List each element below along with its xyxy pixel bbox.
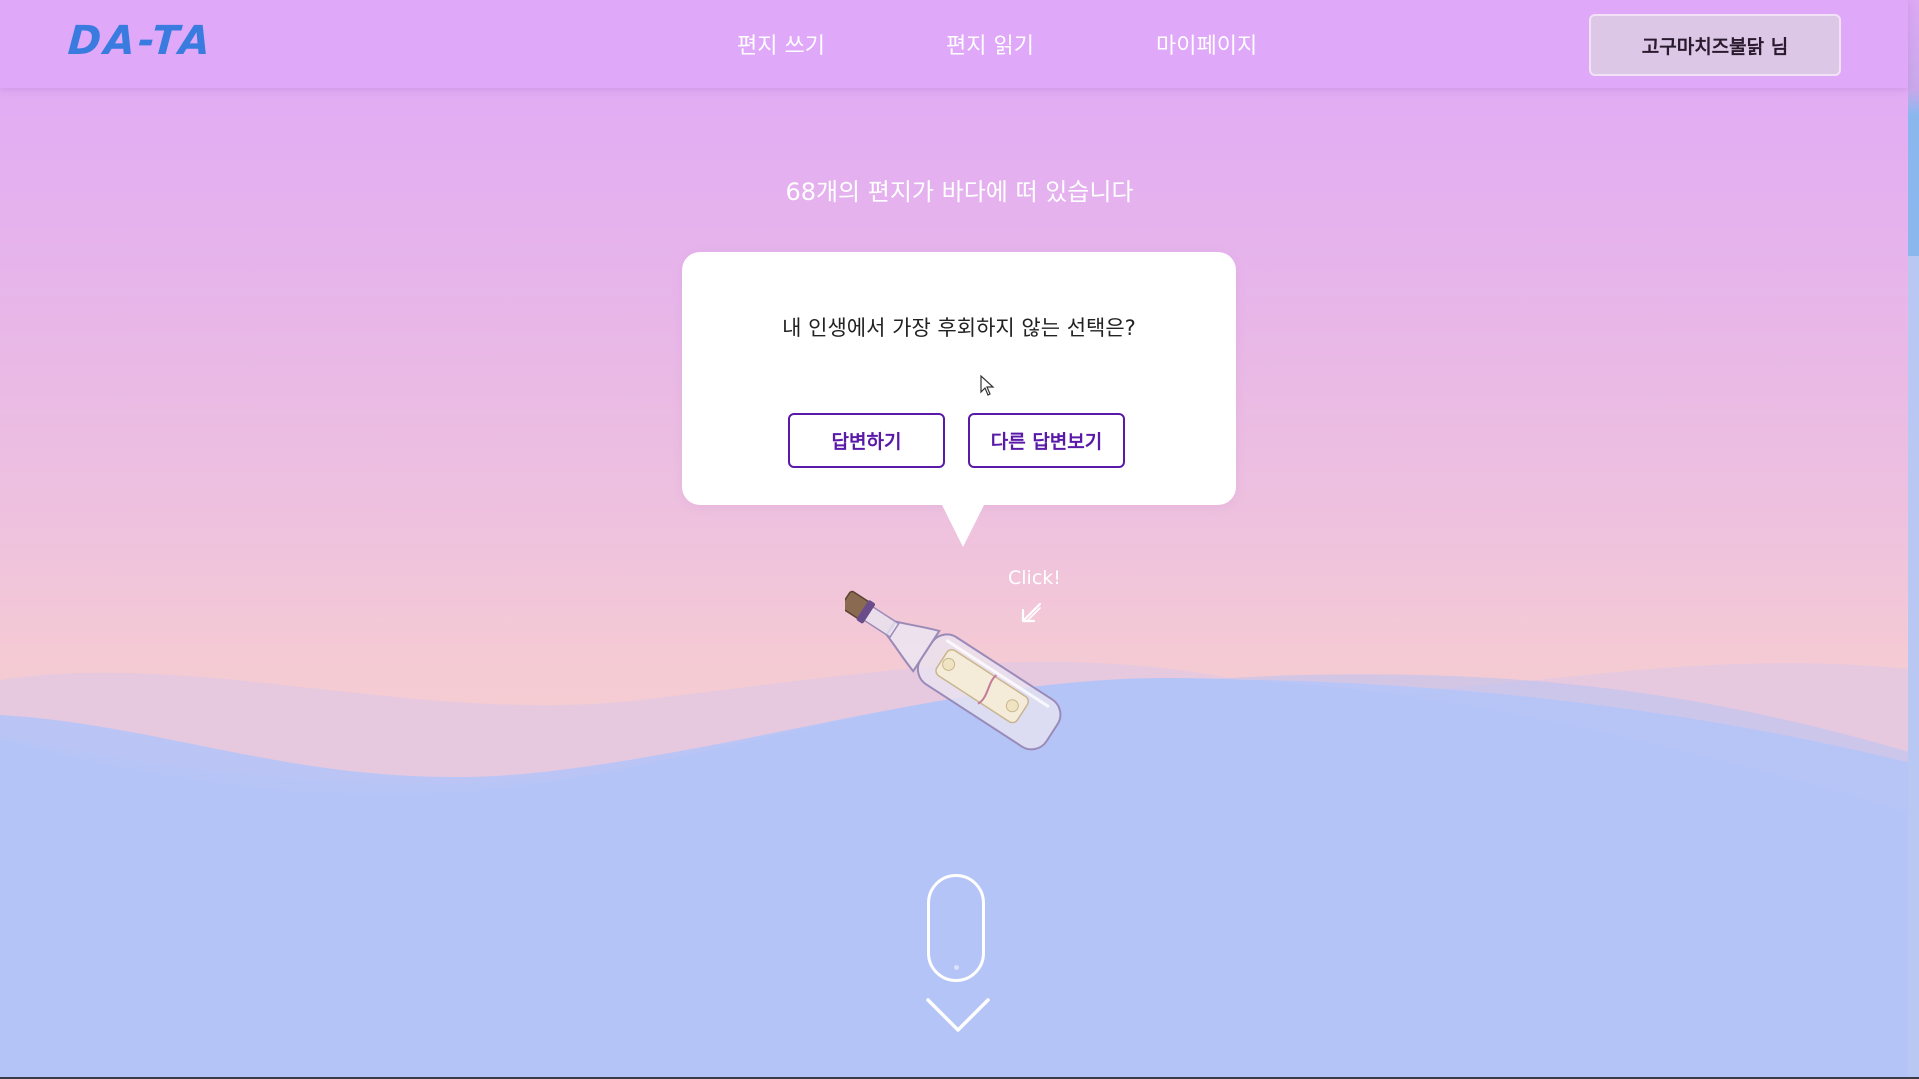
question-bubble: 내 인생에서 가장 후회하지 않는 선택은? 답변하기 다른 답변보기 — [682, 252, 1236, 505]
question-text: 내 인생에서 가장 후회하지 않는 선택은? — [782, 316, 1136, 340]
message-bottle-icon[interactable] — [845, 582, 1075, 752]
nav-write-letter[interactable]: 편지 쓰기 — [737, 28, 825, 60]
scrollbar-thumb[interactable] — [1908, 0, 1919, 256]
user-button[interactable]: 고구마치즈불닭 님 — [1589, 14, 1841, 76]
scrollbar[interactable] — [1908, 0, 1919, 1079]
page: DA-TA 편지 쓰기 편지 읽기 마이페이지 고구마치즈불닭 님 68개의 편… — [0, 0, 1919, 1079]
mouse-pointer-icon — [980, 375, 995, 396]
nav-mypage[interactable]: 마이페이지 — [1156, 28, 1257, 60]
scroll-mouse-icon — [927, 874, 985, 982]
logo[interactable]: DA-TA — [66, 18, 214, 64]
header: DA-TA 편지 쓰기 편지 읽기 마이페이지 고구마치즈불닭 님 — [0, 0, 1908, 88]
letter-count-text: 68개의 편지가 바다에 떠 있습니다 — [785, 178, 1134, 206]
answer-button[interactable]: 답변하기 — [788, 413, 945, 468]
view-other-answers-button[interactable]: 다른 답변보기 — [968, 413, 1125, 468]
nav-read-letter[interactable]: 편지 읽기 — [946, 28, 1034, 60]
scroll-mouse-dot — [954, 965, 959, 970]
chevron-down-icon[interactable] — [925, 996, 991, 1036]
bubble-tail — [941, 503, 985, 547]
